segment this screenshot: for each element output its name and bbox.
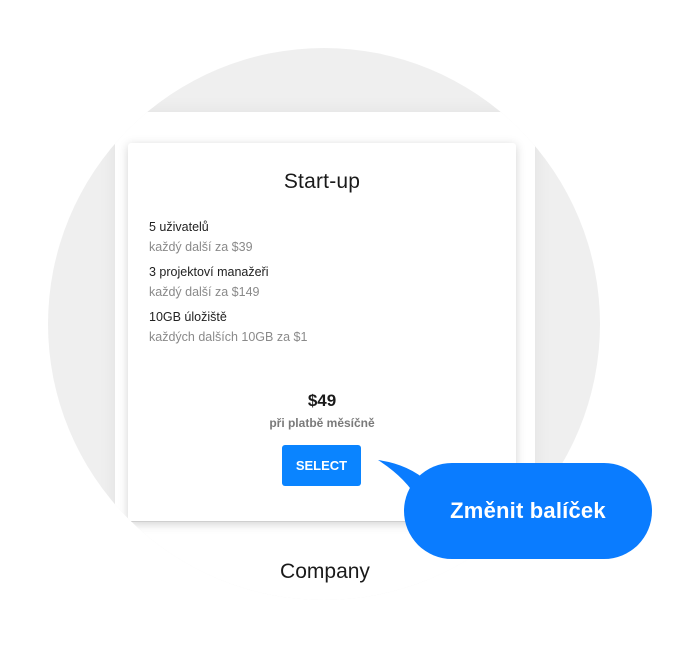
callout-text: Změnit balíček [450,498,606,523]
change-plan-callout[interactable]: Změnit balíček [404,463,652,559]
feature-sub-text: každý další za $39 [149,240,253,254]
select-plan-button[interactable]: SELECT [282,445,361,486]
feature-sub-text: každý další za $149 [149,285,260,299]
plan-price: $49 [307,391,337,410]
feature-item: 10GB úložiště každých dalších 10GB za $1 [149,309,489,345]
plan-title: Start-up [283,170,361,193]
feature-sub-text: každých dalších 10GB za $1 [149,330,308,344]
next-plan-title: Company [280,560,370,583]
feature-main-text: 5 uživatelů [149,220,209,234]
screenshot-stage: Start-up 5 uživatelů každý další za $39 … [0,0,700,650]
feature-item: 3 projektoví manažeři každý další za $14… [149,264,489,300]
feature-main-text: 3 projektoví manažeři [149,265,269,279]
feature-list: 5 uživatelů každý další za $39 3 projekt… [149,219,489,354]
feature-item: 5 uživatelů každý další za $39 [149,219,489,255]
feature-main-text: 10GB úložiště [149,310,227,324]
price-note: při platbě měsíčně [269,416,375,430]
